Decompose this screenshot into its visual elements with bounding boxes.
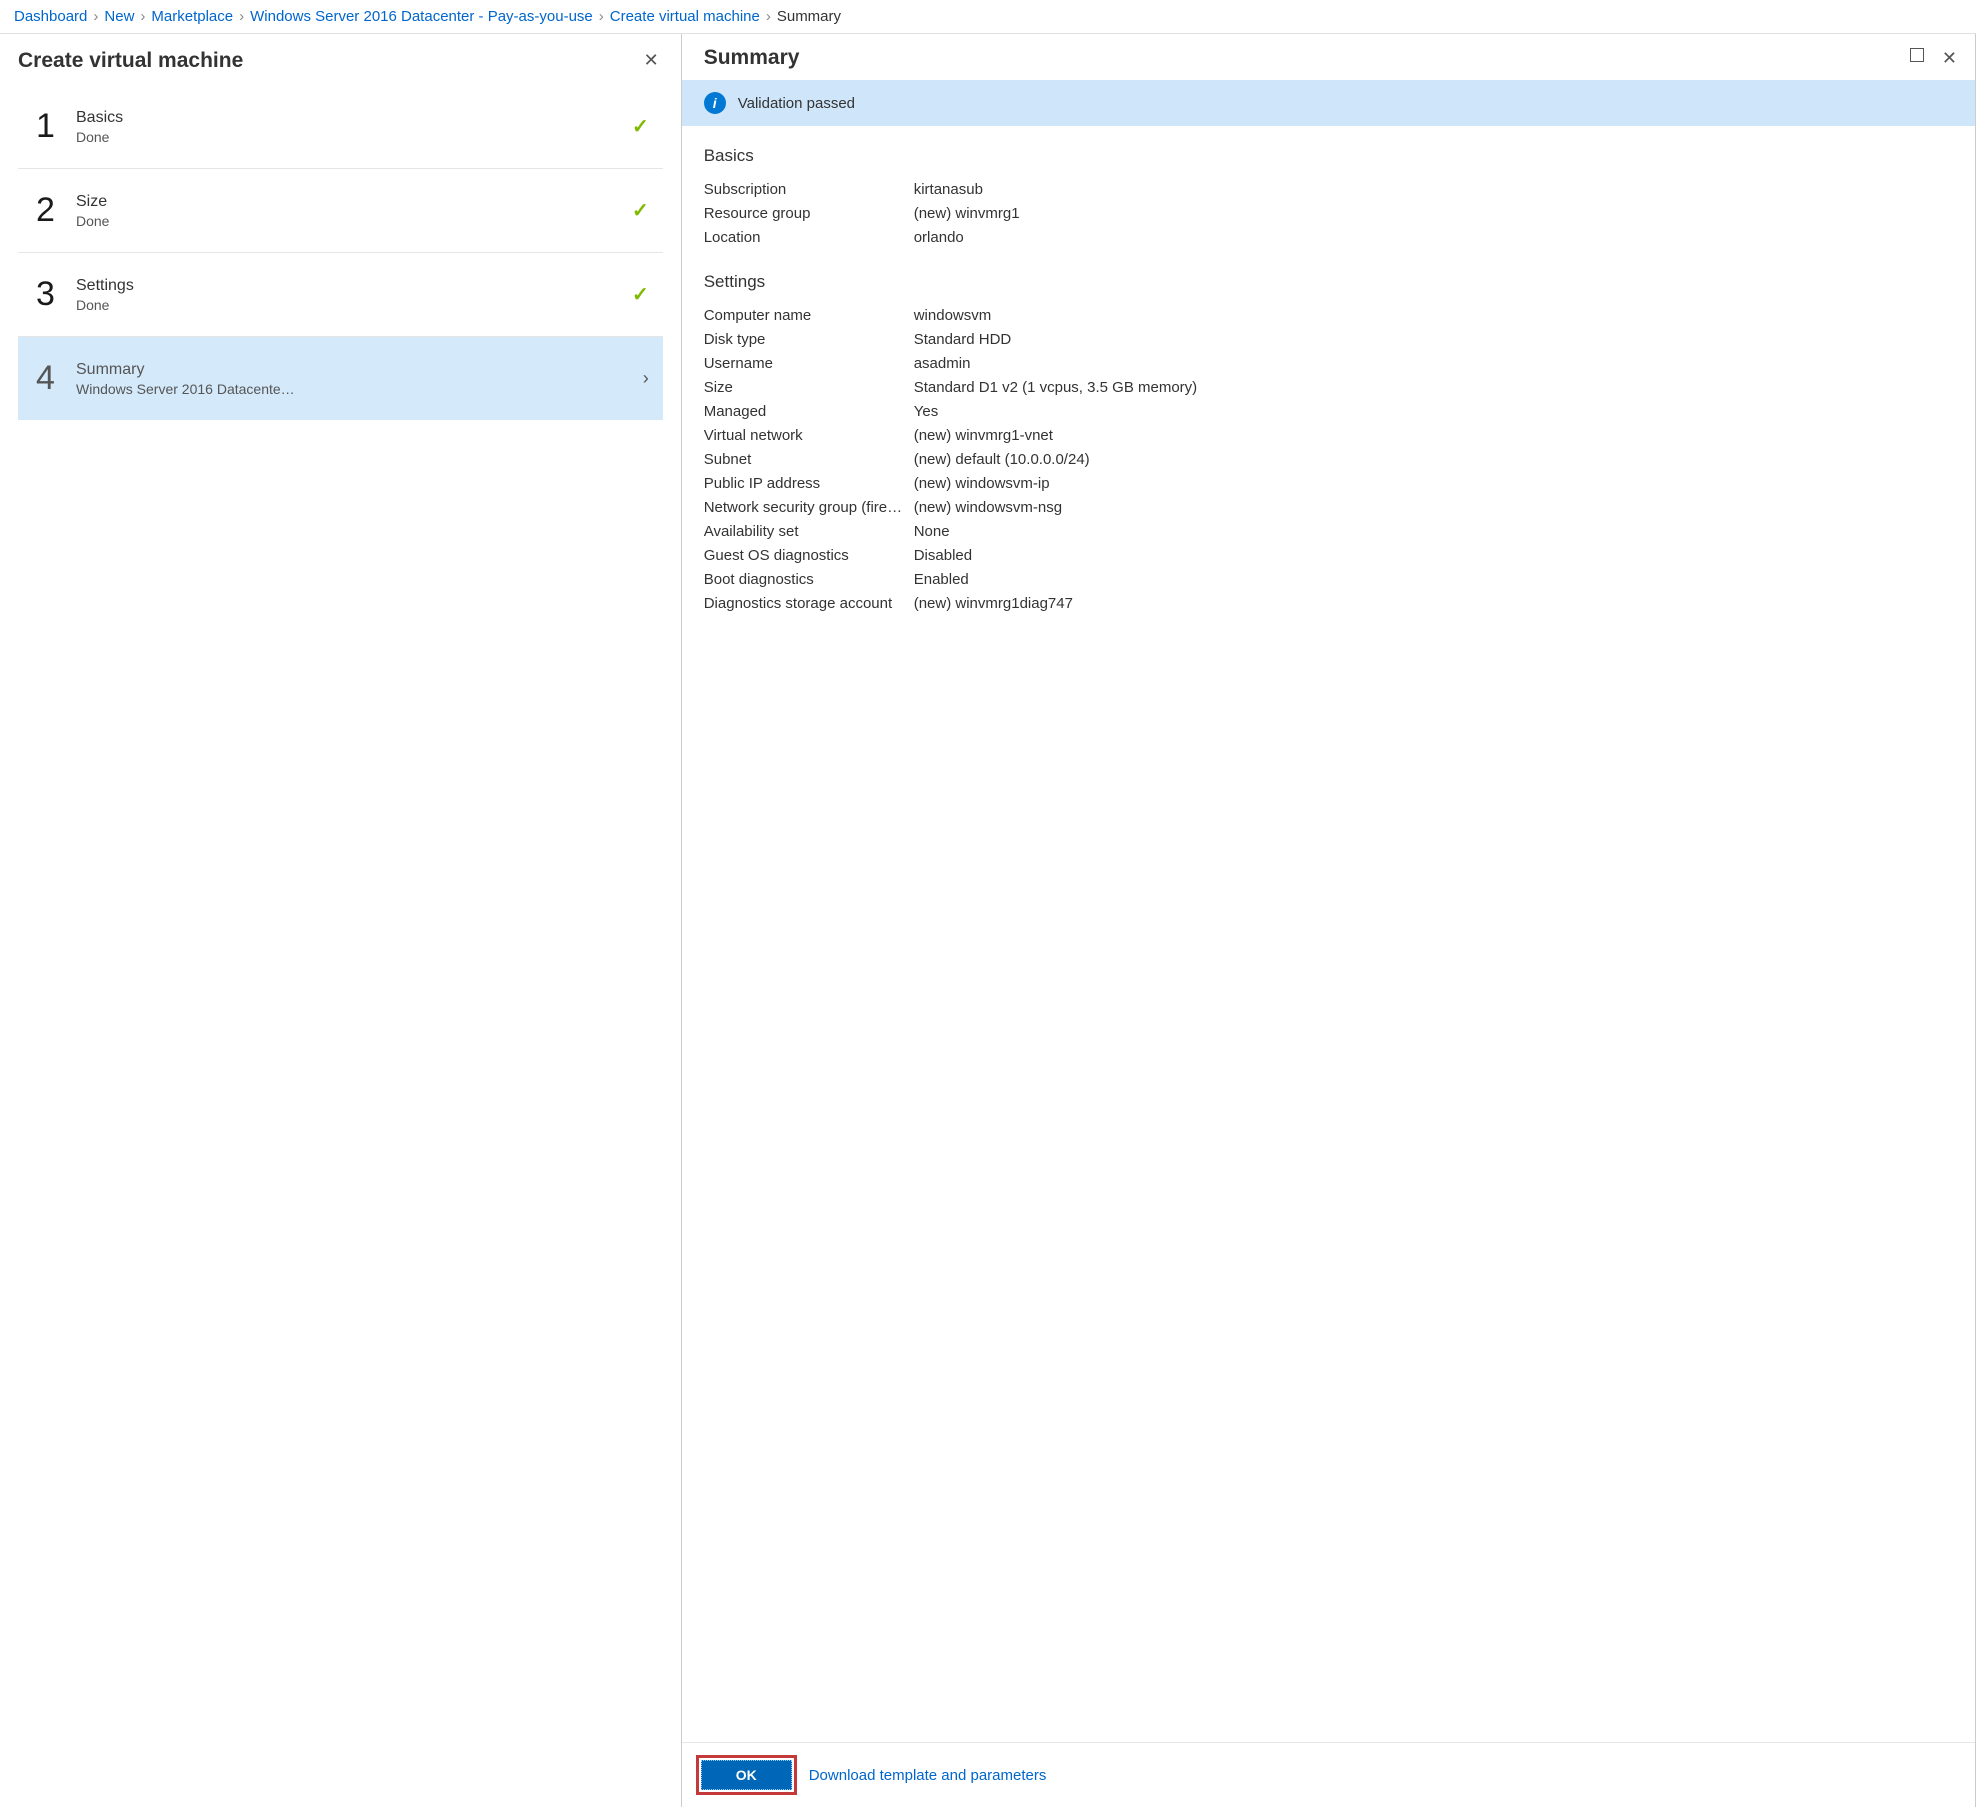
- kv-row: Subnet(new) default (10.0.0.0/24): [704, 448, 1953, 472]
- section-title-settings: Settings: [704, 272, 1953, 292]
- chevron-right-icon: ›: [239, 8, 244, 25]
- kv-row: ManagedYes: [704, 400, 1953, 424]
- kv-row: Usernameasadmin: [704, 352, 1953, 376]
- wizard-step-size[interactable]: 2 Size Done ✓: [18, 168, 663, 252]
- step-status: Done: [76, 129, 296, 145]
- ok-button[interactable]: OK: [701, 1760, 792, 1790]
- check-icon: ✓: [632, 282, 649, 307]
- validation-text: Validation passed: [738, 95, 855, 112]
- step-number: 4: [36, 359, 58, 398]
- check-icon: ✓: [632, 198, 649, 223]
- validation-banner: i Validation passed: [682, 80, 1975, 126]
- step-number: 1: [36, 107, 58, 146]
- close-icon[interactable]: ✕: [1942, 48, 1957, 69]
- breadcrumb-dashboard[interactable]: Dashboard: [14, 8, 87, 25]
- kv-row: Resource group(new) winvmrg1: [704, 202, 1953, 226]
- chevron-right-icon: ›: [599, 8, 604, 25]
- step-label: Basics: [76, 109, 614, 127]
- breadcrumb-current: Summary: [777, 8, 841, 25]
- ok-button-highlight: OK: [696, 1755, 797, 1795]
- check-icon: ✓: [632, 114, 649, 139]
- kv-row: Network security group (fire…(new) windo…: [704, 496, 1953, 520]
- summary-title: Summary: [704, 46, 800, 70]
- breadcrumb-new[interactable]: New: [104, 8, 134, 25]
- breadcrumb-create-vm[interactable]: Create virtual machine: [610, 8, 760, 25]
- breadcrumb-offer[interactable]: Windows Server 2016 Datacenter - Pay-as-…: [250, 8, 593, 25]
- wizard-panel: Create virtual machine ✕ 1 Basics Done ✓…: [0, 34, 682, 1807]
- kv-row: Diagnostics storage account(new) winvmrg…: [704, 592, 1953, 616]
- kv-row: Subscriptionkirtanasub: [704, 178, 1953, 202]
- maximize-icon[interactable]: [1910, 48, 1924, 62]
- download-template-link[interactable]: Download template and parameters: [809, 1767, 1047, 1784]
- kv-row: Guest OS diagnosticsDisabled: [704, 544, 1953, 568]
- kv-row: Disk typeStandard HDD: [704, 328, 1953, 352]
- chevron-right-icon: ›: [140, 8, 145, 25]
- section-title-basics: Basics: [704, 146, 1953, 166]
- step-label: Summary: [76, 361, 625, 379]
- info-icon: i: [704, 92, 726, 114]
- kv-row: Virtual network(new) winvmrg1-vnet: [704, 424, 1953, 448]
- wizard-step-basics[interactable]: 1 Basics Done ✓: [18, 85, 663, 168]
- wizard-step-settings[interactable]: 3 Settings Done ✓: [18, 252, 663, 336]
- kv-row: Public IP address(new) windowsvm-ip: [704, 472, 1953, 496]
- step-label: Settings: [76, 277, 614, 295]
- summary-panel: Summary ✕ i Validation passed Basics Sub…: [682, 34, 1976, 1807]
- kv-row: Computer namewindowsvm: [704, 304, 1953, 328]
- wizard-title: Create virtual machine: [18, 49, 243, 73]
- kv-row: Locationorlando: [704, 226, 1953, 250]
- step-number: 2: [36, 191, 58, 230]
- step-status: Done: [76, 297, 296, 313]
- breadcrumb-marketplace[interactable]: Marketplace: [151, 8, 233, 25]
- chevron-right-icon: ›: [93, 8, 98, 25]
- breadcrumb: Dashboard › New › Marketplace › Windows …: [0, 0, 1976, 34]
- chevron-right-icon: ›: [643, 368, 649, 389]
- close-icon[interactable]: ✕: [640, 46, 663, 75]
- kv-row: Availability setNone: [704, 520, 1953, 544]
- chevron-right-icon: ›: [766, 8, 771, 25]
- step-status: Windows Server 2016 Datacenter ...: [76, 381, 296, 397]
- step-label: Size: [76, 193, 614, 211]
- wizard-step-summary[interactable]: 4 Summary Windows Server 2016 Datacenter…: [18, 336, 663, 420]
- kv-row: Boot diagnosticsEnabled: [704, 568, 1953, 592]
- kv-row: SizeStandard D1 v2 (1 vcpus, 3.5 GB memo…: [704, 376, 1953, 400]
- step-status: Done: [76, 213, 296, 229]
- step-number: 3: [36, 275, 58, 314]
